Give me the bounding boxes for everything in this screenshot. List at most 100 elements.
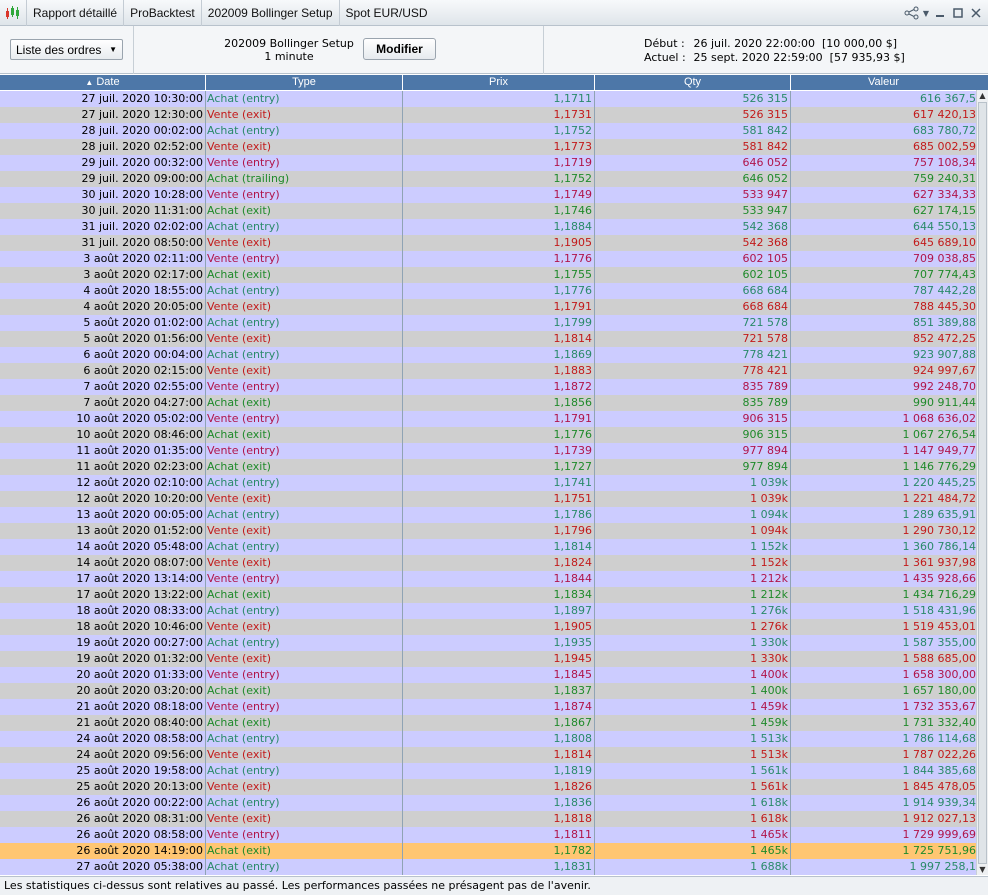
cell-date: 12 août 2020 10:20:00 [0, 491, 206, 507]
table-row[interactable]: 21 août 2020 08:18:00 Vente (entry) 1,1874… [0, 699, 976, 715]
scroll-down-icon[interactable]: ▼ [977, 864, 988, 875]
cell-price: 1,1751 [403, 491, 595, 507]
cell-price: 1,1872 [403, 379, 595, 395]
cell-type: Vente (entry) [206, 155, 403, 171]
table-row[interactable]: 11 août 2020 02:23:00 Achat (exit) 1,1727 9… [0, 459, 976, 475]
table-row[interactable]: 5 août 2020 01:02:00 Achat (entry) 1,1799 7… [0, 315, 976, 331]
cell-type: Achat (entry) [206, 507, 403, 523]
table-row[interactable]: 13 août 2020 01:52:00 Vente (exit) 1,1796 1… [0, 523, 976, 539]
table-row[interactable]: 31 juil. 2020 02:02:00 Achat (entry) 1,188… [0, 219, 976, 235]
table-row[interactable]: 7 août 2020 04:27:00 Achat (exit) 1,1856 83… [0, 395, 976, 411]
table-row[interactable]: 18 août 2020 08:33:00 Achat (entry) 1,1897… [0, 603, 976, 619]
table-row[interactable]: 5 août 2020 01:56:00 Vente (exit) 1,1814 72… [0, 331, 976, 347]
cell-date: 5 août 2020 01:56:00 [0, 331, 206, 347]
minimize-icon[interactable] [932, 5, 948, 21]
table-row[interactable]: 25 août 2020 19:58:00 Achat (entry) 1,1819… [0, 763, 976, 779]
start-value: 26 juil. 2020 22:00:00 [10 000,00 $] [693, 37, 898, 50]
cell-type: Achat (entry) [206, 123, 403, 139]
cell-price: 1,1746 [403, 203, 595, 219]
table-row[interactable]: 27 juil. 2020 10:30:00 Achat (entry) 1,171… [0, 91, 976, 107]
table-row[interactable]: 11 août 2020 01:35:00 Vente (entry) 1,1739… [0, 443, 976, 459]
table-row[interactable]: 25 août 2020 20:13:00 Vente (exit) 1,1826 1… [0, 779, 976, 795]
table-row[interactable]: 24 août 2020 09:56:00 Vente (exit) 1,1814 1… [0, 747, 976, 763]
table-row[interactable]: 6 août 2020 00:04:00 Achat (entry) 1,1869 7… [0, 347, 976, 363]
table-row[interactable]: 21 août 2020 08:40:00 Achat (exit) 1,1867 1… [0, 715, 976, 731]
table-row[interactable]: 4 août 2020 18:55:00 Achat (entry) 1,1776 6… [0, 283, 976, 299]
breadcrumb-setup[interactable]: 202009 Bollinger Setup [200, 0, 339, 26]
toolbar: Liste des ordres ▼ 202009 Bollinger Setu… [0, 26, 988, 74]
cell-qty: 542 368 [595, 235, 791, 251]
scrollbar-thumb[interactable] [978, 102, 987, 864]
table-row[interactable]: 12 août 2020 02:10:00 Achat (entry) 1,1741… [0, 475, 976, 491]
orders-dropdown[interactable]: Liste des ordres ▼ [10, 39, 123, 60]
table-row[interactable]: 27 août 2020 05:38:00 Achat (entry) 1,1831… [0, 859, 976, 875]
table-row[interactable]: 27 juil. 2020 12:30:00 Vente (exit) 1,1731… [0, 107, 976, 123]
cell-type: Vente (entry) [206, 187, 403, 203]
cell-type: Achat (entry) [206, 475, 403, 491]
table-row[interactable]: 26 août 2020 00:22:00 Achat (entry) 1,1836… [0, 795, 976, 811]
table-row[interactable]: 17 août 2020 13:22:00 Achat (exit) 1,1834 1… [0, 587, 976, 603]
table-row[interactable]: 10 août 2020 05:02:00 Vente (entry) 1,1791… [0, 411, 976, 427]
table-row[interactable]: 10 août 2020 08:46:00 Achat (exit) 1,1776 9… [0, 427, 976, 443]
cell-type: Vente (exit) [206, 331, 403, 347]
cell-type: Achat (entry) [206, 91, 403, 107]
column-header-qty[interactable]: Qty [595, 75, 791, 90]
table-row[interactable]: 3 août 2020 02:17:00 Achat (exit) 1,1755 60… [0, 267, 976, 283]
table-row[interactable]: 4 août 2020 20:05:00 Vente (exit) 1,1791 66… [0, 299, 976, 315]
chevron-down-icon[interactable]: ▼ [922, 5, 930, 21]
table-row[interactable]: 14 août 2020 08:07:00 Vente (exit) 1,1824 1… [0, 555, 976, 571]
scroll-up-icon[interactable]: ▲ [977, 90, 988, 101]
share-icon[interactable] [904, 5, 920, 21]
table-row[interactable]: 29 juil. 2020 09:00:00 Achat (trailing) 1,… [0, 171, 976, 187]
column-header-date[interactable]: ▲ Date [0, 75, 206, 90]
orders-table: 27 juil. 2020 10:30:00 Achat (entry) 1,171… [0, 90, 988, 875]
table-row[interactable]: 12 août 2020 10:20:00 Vente (exit) 1,1751 1… [0, 491, 976, 507]
cell-value: 1 434 716,29 [902, 588, 976, 601]
cell-date: 31 juil. 2020 08:50:00 [0, 235, 206, 251]
cell-price: 1,1831 [403, 859, 595, 875]
cell-value: 852 472,25 [913, 332, 976, 345]
cell-date: 26 août 2020 00:22:00 [0, 795, 206, 811]
setup-section: 202009 Bollinger Setup 1 minute Modifier [134, 26, 544, 74]
breadcrumb-instrument[interactable]: Spot EUR/USD [338, 0, 434, 26]
table-row[interactable]: 19 août 2020 01:32:00 Vente (exit) 1,1945 1… [0, 651, 976, 667]
column-header-price[interactable]: Prix [403, 75, 595, 90]
table-row[interactable]: 20 août 2020 03:20:00 Achat (exit) 1,1837 1… [0, 683, 976, 699]
modify-button[interactable]: Modifier [363, 38, 436, 60]
maximize-icon[interactable] [950, 5, 966, 21]
cell-value: 685 002,59 [913, 140, 976, 153]
chart-icon [0, 0, 26, 26]
cell-qty: 526 315 [595, 107, 791, 123]
table-row[interactable]: 7 août 2020 02:55:00 Vente (entry) 1,1872 8… [0, 379, 976, 395]
column-header-type[interactable]: Type [206, 75, 403, 90]
cell-value: 757 108,34 [913, 156, 976, 169]
table-row[interactable]: 17 août 2020 13:14:00 Vente (entry) 1,1844… [0, 571, 976, 587]
table-row[interactable]: 24 août 2020 08:58:00 Achat (entry) 1,1808… [0, 731, 976, 747]
cell-price: 1,1819 [403, 763, 595, 779]
table-row[interactable]: 31 juil. 2020 08:50:00 Vente (exit) 1,1905… [0, 235, 976, 251]
table-row[interactable]: 26 août 2020 08:31:00 Vente (exit) 1,1818 1… [0, 811, 976, 827]
breadcrumb-report[interactable]: Rapport détaillé [26, 0, 123, 26]
cell-date: 19 août 2020 00:27:00 [0, 635, 206, 651]
cell-date: 14 août 2020 08:07:00 [0, 555, 206, 571]
table-row[interactable]: 28 juil. 2020 02:52:00 Vente (exit) 1,1773… [0, 139, 976, 155]
table-row[interactable]: 30 juil. 2020 10:28:00 Vente (entry) 1,174… [0, 187, 976, 203]
cell-qty: 721 578 [595, 315, 791, 331]
table-row[interactable]: 29 juil. 2020 00:32:00 Vente (entry) 1,171… [0, 155, 976, 171]
table-row[interactable]: 19 août 2020 00:27:00 Achat (entry) 1,1935… [0, 635, 976, 651]
table-row[interactable]: 20 août 2020 01:33:00 Vente (entry) 1,1845… [0, 667, 976, 683]
table-row[interactable]: 30 juil. 2020 11:31:00 Achat (exit) 1,1746… [0, 203, 976, 219]
close-icon[interactable] [968, 5, 984, 21]
table-row[interactable]: 26 août 2020 14:19:00 Achat (exit) 1,1782 1… [0, 843, 976, 859]
table-row[interactable]: 18 août 2020 10:46:00 Vente (exit) 1,1905 1… [0, 619, 976, 635]
table-row[interactable]: 26 août 2020 08:58:00 Vente (entry) 1,1811… [0, 827, 976, 843]
cell-qty: 977 894 [595, 459, 791, 475]
table-row[interactable]: 13 août 2020 00:05:00 Achat (entry) 1,1786… [0, 507, 976, 523]
table-row[interactable]: 28 juil. 2020 00:02:00 Achat (entry) 1,175… [0, 123, 976, 139]
column-header-value[interactable]: Valeur [791, 75, 976, 90]
table-row[interactable]: 3 août 2020 02:11:00 Vente (entry) 1,1776 6… [0, 251, 976, 267]
table-row[interactable]: 14 août 2020 05:48:00 Achat (entry) 1,1814… [0, 539, 976, 555]
breadcrumb-probacktest[interactable]: ProBacktest [123, 0, 201, 26]
table-row[interactable]: 6 août 2020 02:15:00 Vente (exit) 1,1883 77… [0, 363, 976, 379]
vertical-scrollbar[interactable]: ▲ ▼ [976, 90, 988, 875]
